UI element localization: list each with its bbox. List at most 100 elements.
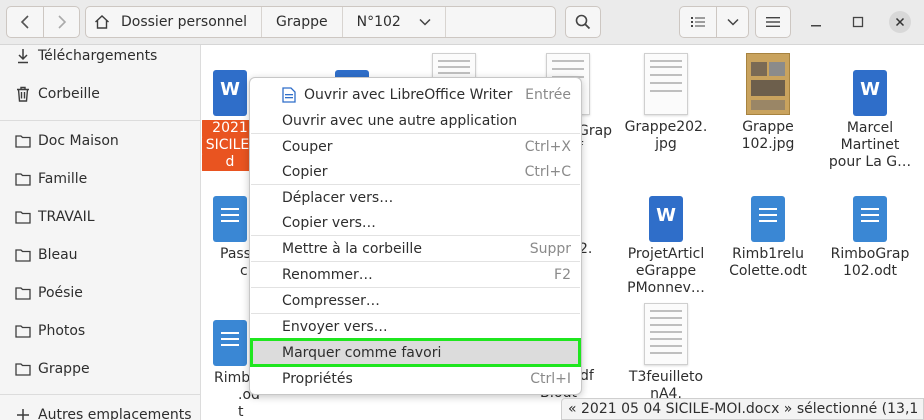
sidebar-item-photos[interactable]: Photos [0,312,200,350]
file-item-p2[interactable]: 2. [579,241,609,258]
menu-item-open-libreoffice[interactable]: Ouvrir avec LibreOffice Writer Entrée [251,82,580,107]
breadcrumb-current-label: N°102 [356,14,401,30]
sidebar-item-autres-emplacements[interactable]: Autres emplacements [0,396,200,420]
menu-item-mark-favorite[interactable]: Marquer comme favori [250,338,581,367]
menu-item-rename[interactable]: Renommer… F2 [251,262,580,287]
header-bar: Dossier personnel Grappe N°102 [0,0,924,45]
menu-item-copy-to[interactable]: Copier vers… [251,210,580,235]
file-item-rimbograp[interactable]: RimboGrap 102.odt [822,196,918,280]
menu-item-properties[interactable]: Propriétés Ctrl+I [251,366,580,391]
file-label: RimboGrap [830,246,910,262]
search-button[interactable] [565,6,601,38]
sidebar-item-poesie[interactable]: Poésie [0,274,200,312]
menu-item-label: Copier vers… [282,214,376,231]
context-menu: Ouvrir avec LibreOffice Writer Entrée Ou… [249,77,582,395]
menu-item-move-to-trash[interactable]: Mettre à la corbeille Suppr [251,236,580,261]
menu-item-shortcut: Ctrl+X [524,138,571,155]
file-item-grappe202[interactable]: Grappe202. jpg [618,53,714,153]
sidebar-item-telechargements[interactable]: Téléchargements [0,45,200,75]
search-icon [575,14,591,30]
view-list-button[interactable] [679,6,717,38]
sidebar-item-corbeille[interactable]: Corbeille [0,75,200,113]
menu-item-send-to[interactable]: Envoyer vers… [251,314,580,339]
menu-item-label: Copier [282,163,328,180]
menu-item-compress[interactable]: Compresser… [251,288,580,313]
close-icon [895,17,905,27]
breadcrumb-current[interactable]: N°102 [343,7,446,37]
back-button[interactable] [6,6,44,38]
folder-icon [14,322,32,340]
close-button[interactable] [884,6,916,38]
forward-button[interactable] [43,6,80,38]
sidebar-item-label: TRAVAIL [38,209,95,225]
folder-icon [14,170,32,188]
path-bar: Dossier personnel Grappe N°102 [85,6,556,38]
folder-icon [14,132,32,150]
file-label: T3feuilleto [628,369,704,385]
file-label: ProjetArticl [627,246,705,262]
chevron-down-icon [419,18,431,26]
odt-document-icon [751,196,785,242]
trash-icon [14,85,32,103]
menu-item-shortcut: Ctrl+I [530,370,571,387]
breadcrumb-home-label: Dossier personnel [121,14,248,30]
file-label: Rimb1relu [732,246,804,262]
plus-icon [14,406,32,420]
status-overlay: « 2021 05 04 SICILE-MOI.docx » sélection… [561,398,924,420]
odt-document-icon [213,196,247,242]
odt-document-icon [213,320,247,366]
sidebar-item-famille[interactable]: Famille [0,160,200,198]
sidebar-item-doc-maison[interactable]: Doc Maison [0,122,200,160]
hamburger-icon [766,17,780,27]
breadcrumb-grappe[interactable]: Grappe [262,7,343,37]
file-label: f [578,140,618,157]
file-label: eGrappe [635,263,697,279]
sidebar-item-label: Photos [38,323,86,339]
word-document-icon: W [213,70,247,116]
file-label: Grap [578,123,613,139]
home-icon [95,15,109,29]
file-item-t3feuilleton[interactable]: T3feuilleto nA4. [618,303,714,403]
sidebar-item-label: Bleau [38,247,78,263]
file-label: Martinet [840,137,900,153]
file-label: jpg [655,136,677,152]
breadcrumb-home[interactable]: Dossier personnel [86,7,263,37]
menu-item-open-other[interactable]: Ouvrir avec une autre application [251,108,580,133]
file-label: Grappe [742,119,794,135]
sidebar-item-grappe[interactable]: Grappe [0,350,200,388]
minimize-icon [811,25,821,27]
sidebar-item-bleau[interactable]: Bleau [0,236,200,274]
sidebar-separator [0,394,200,395]
menu-item-label: Envoyer vers… [282,318,388,335]
file-item-rimb1relu[interactable]: Rimb1relu Colette.odt [720,196,816,280]
menu-item-label: Marquer comme favori [282,344,442,361]
hamburger-menu-button[interactable] [755,6,791,38]
menu-item-shortcut: Ctrl+C [524,163,571,180]
view-options-button[interactable] [716,6,749,38]
folder-icon [14,360,32,378]
sidebar-item-label: Doc Maison [38,133,119,149]
list-view-icon [691,17,705,27]
file-item-grappe102[interactable]: Grappe 102.jpg [720,53,816,153]
menu-item-label: Propriétés [282,370,353,387]
minimize-button[interactable] [800,6,832,38]
maximize-icon [852,16,864,28]
close-button-circle [889,11,911,33]
file-label: df [580,368,594,384]
menu-item-copy[interactable]: Copier Ctrl+C [251,159,580,184]
menu-item-move-to[interactable]: Déplacer vers… [251,185,580,210]
sidebar-separator [0,120,200,121]
file-label: 102.jpg [741,136,795,152]
menu-item-label: Ouvrir avec LibreOffice Writer [304,86,513,103]
menu-item-shortcut: Entrée [525,86,571,103]
sidebar-item-travail[interactable]: TRAVAIL [0,198,200,236]
maximize-button[interactable] [842,6,874,38]
chevron-down-icon [726,18,739,26]
menu-item-cut[interactable]: Couper Ctrl+X [251,134,580,159]
chevron-right-icon [57,15,66,29]
sidebar-item-label: Téléchargements [38,48,158,64]
file-item-projet[interactable]: W ProjetArticl eGrappe PMonnev… [618,196,714,297]
pdf-thumbnail [644,303,688,365]
file-item-marcel[interactable]: W Marcel Martinet pour La G… [822,70,918,171]
file-item-df[interactable]: df [580,368,610,385]
